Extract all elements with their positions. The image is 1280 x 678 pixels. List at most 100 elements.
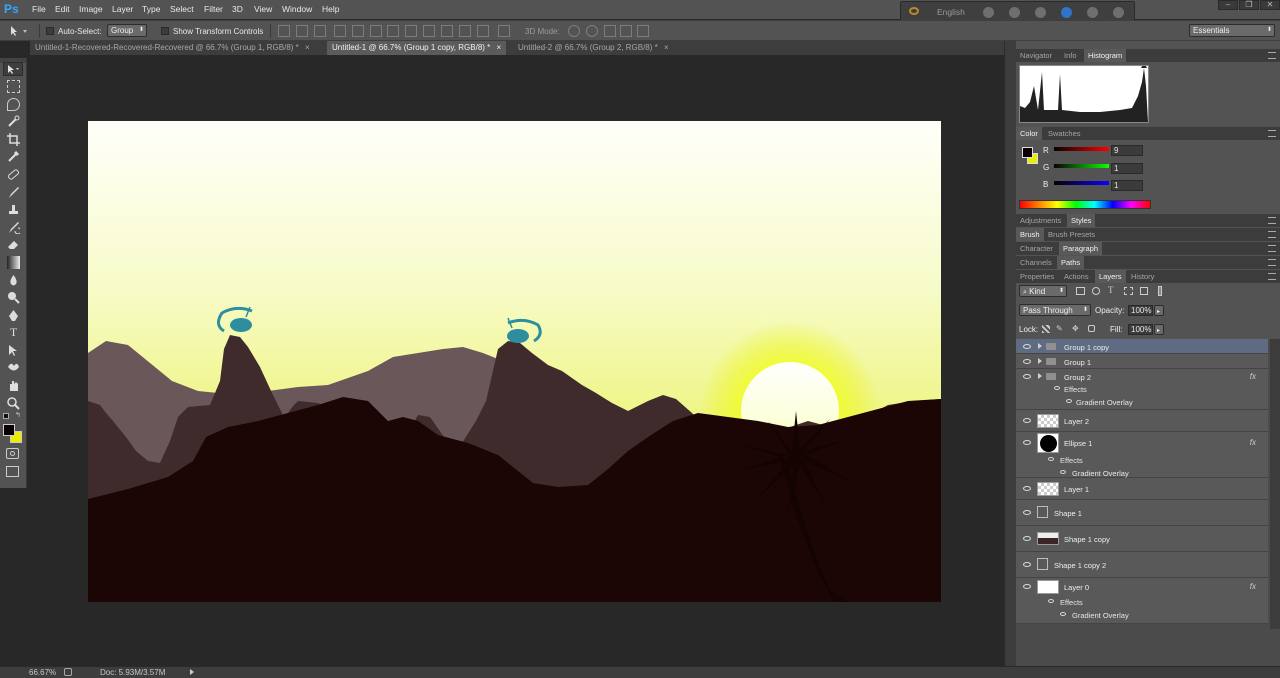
tab-brush[interactable]: Brush (1016, 228, 1044, 241)
minimize-button[interactable]: – (1218, 0, 1238, 10)
menu-help[interactable]: Help (322, 4, 339, 14)
path-select-tool[interactable] (7, 344, 20, 357)
green-value-field[interactable]: 1 (1111, 163, 1143, 174)
effects-visibility-icon[interactable] (1054, 386, 1060, 390)
quick-mask-icon[interactable] (6, 448, 19, 459)
hand-tool[interactable] (7, 379, 20, 392)
expand-arrow-icon[interactable] (1038, 373, 1042, 379)
expand-arrow-icon[interactable] (1038, 358, 1042, 364)
layer-row[interactable]: Shape 1 copy (1016, 526, 1268, 552)
tab-close-icon[interactable]: × (497, 43, 502, 52)
visibility-eye-icon[interactable] (1023, 440, 1031, 445)
move-tool-preset[interactable] (8, 25, 30, 37)
filter-toggle-switch[interactable] (1158, 286, 1162, 296)
filter-type-icon[interactable]: T (1108, 285, 1114, 295)
3d-drag-icon[interactable] (604, 25, 616, 37)
workspace-dropdown[interactable]: Essentials ⬍ (1189, 24, 1275, 37)
menu-window[interactable]: Window (282, 4, 312, 14)
fx-icon[interactable]: fx (1250, 582, 1256, 591)
visibility-eye-icon[interactable] (1023, 374, 1031, 379)
red-value-field[interactable]: 9 (1111, 145, 1143, 156)
filter-shape-icon[interactable] (1124, 287, 1133, 295)
show-transform-checkbox[interactable] (161, 27, 169, 35)
red-slider[interactable] (1054, 147, 1109, 151)
healing-brush-tool[interactable] (7, 168, 20, 181)
crop-tool[interactable] (7, 133, 20, 146)
visibility-eye-icon[interactable] (1023, 510, 1031, 515)
tab-history[interactable]: History (1127, 270, 1158, 283)
layer-kind-filter[interactable]: ⌕ Kind ⬍ (1019, 285, 1067, 297)
eraser-tool[interactable] (7, 238, 20, 251)
visibility-eye-icon[interactable] (1023, 584, 1031, 589)
menu-view[interactable]: View (254, 4, 272, 14)
tab-navigator[interactable]: Navigator (1016, 49, 1056, 62)
clone-stamp-tool[interactable] (7, 203, 20, 216)
distribute-vcenter-icon[interactable] (405, 25, 417, 37)
zoom-level[interactable]: 66.67% (29, 668, 56, 677)
panel-menu-icon[interactable] (1268, 130, 1276, 137)
default-colors-icon[interactable] (3, 413, 9, 419)
close-window-button[interactable]: ✕ (1260, 0, 1280, 10)
status-share-icon[interactable] (64, 668, 72, 676)
tab-adjustments[interactable]: Adjustments (1016, 214, 1065, 227)
align-left-icon[interactable] (334, 25, 346, 37)
blue-value-field[interactable]: 1 (1111, 180, 1143, 191)
fill-slider-button[interactable]: ▸ (1154, 324, 1164, 335)
swap-colors-icon[interactable]: ↰ (15, 412, 23, 419)
effect-visibility-icon[interactable] (1060, 470, 1066, 474)
eyedropper-tool[interactable] (7, 150, 20, 163)
panel-menu-icon[interactable] (1268, 245, 1276, 252)
lasso-tool[interactable] (7, 98, 20, 111)
layer-row[interactable]: Layer 0 fx Effects Gradient Overlay (1016, 578, 1268, 624)
visibility-eye-icon[interactable] (1023, 418, 1031, 423)
layer-row[interactable]: Layer 1 (1016, 478, 1268, 500)
visibility-eye-icon[interactable] (1023, 344, 1031, 349)
align-top-icon[interactable] (278, 25, 290, 37)
history-brush-tool[interactable] (7, 221, 22, 235)
fx-icon[interactable]: fx (1250, 438, 1256, 447)
distribute-top-icon[interactable] (387, 25, 399, 37)
distribute-left-icon[interactable] (441, 25, 453, 37)
visibility-eye-icon[interactable] (1023, 562, 1031, 567)
distribute-right-icon[interactable] (477, 25, 489, 37)
panel-collapse-gutter[interactable] (1004, 41, 1016, 666)
tab-info[interactable]: Info (1060, 49, 1081, 62)
restore-button[interactable]: ❐ (1239, 0, 1259, 10)
distribute-hcenter-icon[interactable] (459, 25, 471, 37)
auto-select-checkbox[interactable] (46, 27, 54, 35)
align-hcenter-icon[interactable] (352, 25, 364, 37)
panel-menu-icon[interactable] (1268, 217, 1276, 224)
visibility-eye-icon[interactable] (1023, 536, 1031, 541)
align-right-icon[interactable] (370, 25, 382, 37)
layer-row[interactable]: Group 2 fx Effects Gradient Overlay (1016, 369, 1268, 410)
help-icon[interactable] (1087, 7, 1098, 18)
type-tool[interactable]: T (7, 326, 20, 339)
tab-layers[interactable]: Layers (1095, 270, 1126, 283)
tab-character[interactable]: Character (1016, 242, 1057, 255)
panel-menu-icon[interactable] (1268, 52, 1276, 59)
status-menu-arrow-icon[interactable] (190, 669, 194, 675)
effect-visibility-icon[interactable] (1066, 399, 1072, 403)
layers-scrollbar[interactable] (1270, 339, 1280, 629)
fill-field[interactable]: 100% (1128, 324, 1153, 335)
layer-row[interactable]: Shape 1 (1016, 500, 1268, 526)
effects-visibility-icon[interactable] (1048, 457, 1054, 461)
distribute-bottom-icon[interactable] (423, 25, 435, 37)
filter-adjustment-icon[interactable] (1092, 287, 1100, 295)
zoom-tool[interactable] (7, 397, 20, 410)
auto-align-icon[interactable] (498, 25, 510, 37)
screen-mode-icon[interactable] (6, 466, 19, 477)
opacity-slider-button[interactable]: ▸ (1154, 305, 1164, 316)
blend-mode-dropdown[interactable]: Pass Through ⬍ (1019, 304, 1091, 316)
brush-tool[interactable] (7, 186, 20, 199)
layer-row[interactable]: Group 1 (1016, 354, 1268, 369)
opacity-field[interactable]: 100% (1128, 305, 1153, 316)
align-vcenter-icon[interactable] (296, 25, 308, 37)
dodge-tool[interactable] (7, 291, 20, 304)
layer-row[interactable]: Layer 2 (1016, 410, 1268, 432)
auto-select-dropdown[interactable]: Group ⬍ (107, 24, 147, 37)
layer-row[interactable]: Group 1 copy (1016, 339, 1268, 354)
tab-close-icon[interactable]: × (305, 43, 310, 52)
pen-tool[interactable] (7, 309, 20, 322)
lock-pixels-icon[interactable]: ✎ (1056, 324, 1063, 333)
